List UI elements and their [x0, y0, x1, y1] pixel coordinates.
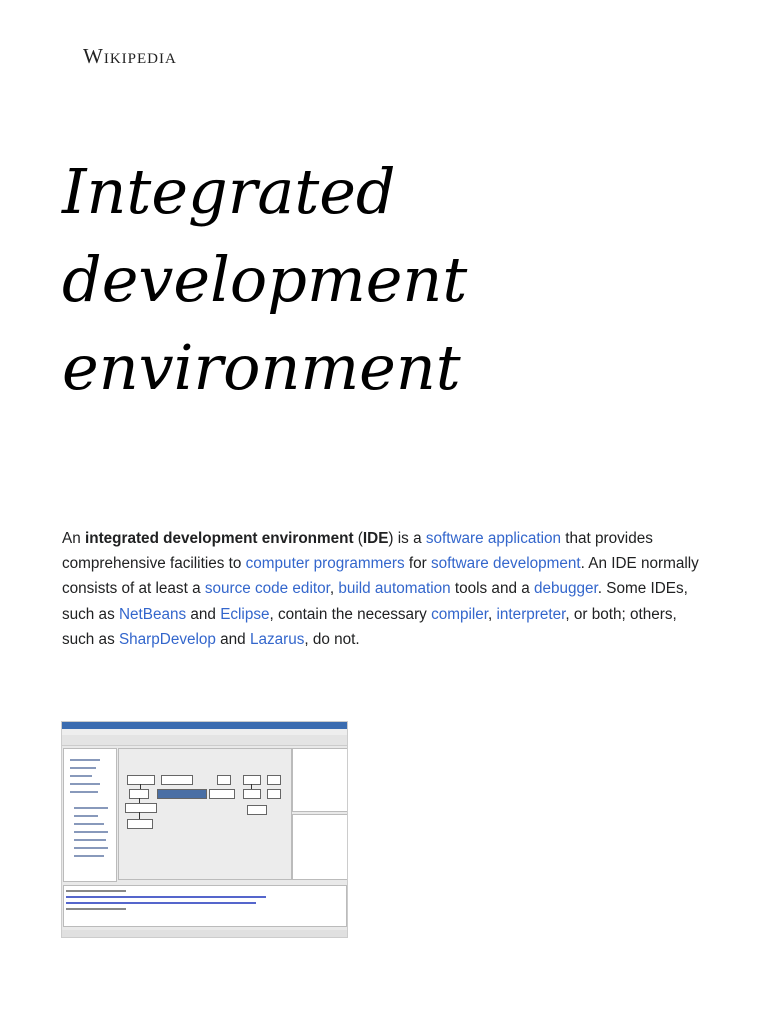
- page-title: Integrated development environment: [62, 148, 712, 412]
- text: and: [215, 630, 250, 648]
- toolbar: [62, 735, 347, 746]
- link-lazarus[interactable]: Lazarus: [250, 631, 304, 648]
- title-line: Integrated: [62, 155, 396, 228]
- terminal-panel: [63, 885, 347, 927]
- link-netbeans[interactable]: NetBeans: [119, 606, 186, 623]
- intro-paragraph: An integrated development environment (I…: [62, 526, 712, 652]
- wikipedia-logo[interactable]: Wikipedia: [83, 44, 177, 69]
- link-software-development[interactable]: software development: [431, 555, 581, 572]
- text: ) is a: [388, 530, 426, 547]
- files-panel: [292, 814, 347, 880]
- inheritance-graph-panel: [118, 748, 292, 880]
- bold-term: integrated development environment: [84, 530, 354, 547]
- link-debugger[interactable]: debugger: [534, 580, 598, 597]
- link-build-automation[interactable]: build automation: [338, 580, 450, 597]
- project-panel: [292, 748, 347, 812]
- status-bar: [62, 930, 347, 937]
- window-titlebar: [62, 722, 347, 729]
- bold-term: IDE: [362, 530, 389, 547]
- text: tools and a: [450, 580, 534, 598]
- link-compiler[interactable]: compiler: [431, 606, 488, 623]
- title-line: environment: [62, 331, 461, 404]
- text: , contain the necessary: [269, 605, 432, 623]
- text: An: [62, 530, 85, 547]
- link-sharpdevelop[interactable]: SharpDevelop: [119, 631, 216, 648]
- text: (: [353, 530, 363, 547]
- text: for: [404, 555, 431, 573]
- link-eclipse[interactable]: Eclipse: [220, 606, 269, 623]
- text: , do not.: [304, 630, 360, 648]
- title-line: development: [62, 243, 468, 316]
- text: ,: [488, 605, 497, 623]
- link-source-code-editor[interactable]: source code editor: [205, 580, 330, 597]
- link-computer-programmers[interactable]: computer programmers: [246, 555, 405, 572]
- ide-screenshot-image[interactable]: [61, 721, 348, 938]
- link-software-application[interactable]: software application: [426, 530, 561, 547]
- text: and: [186, 605, 221, 623]
- symbols-panel: [63, 748, 117, 882]
- link-interpreter[interactable]: interpreter: [497, 606, 566, 623]
